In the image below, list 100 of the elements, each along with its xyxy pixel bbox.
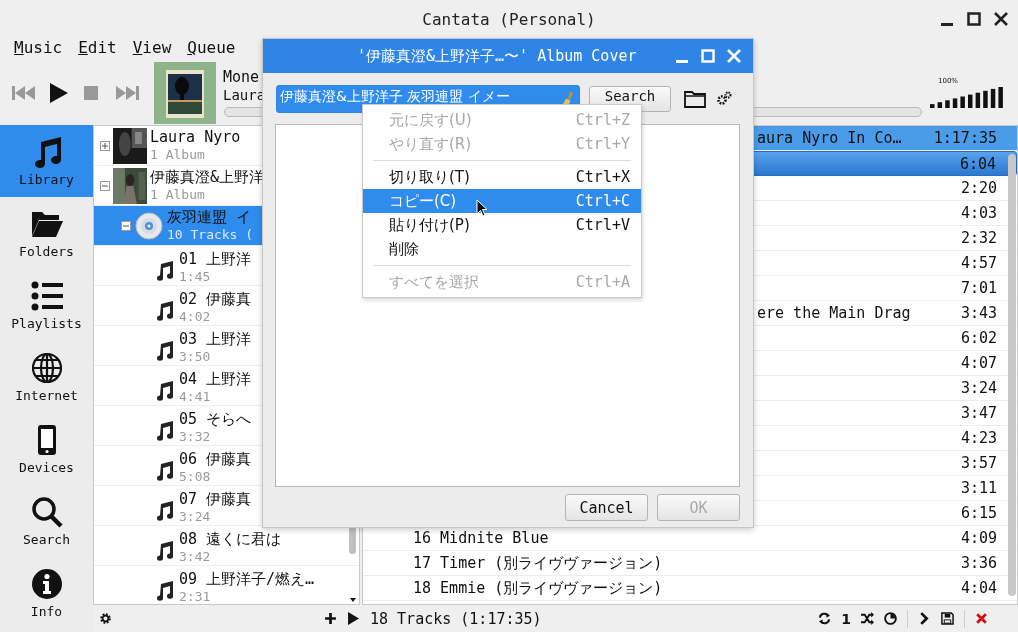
window-title: Cantata (Personal) <box>422 9 596 29</box>
duration: 1:17:35 <box>933 129 997 147</box>
music-note-icon <box>156 381 174 401</box>
menu-item[interactable]: Queue <box>187 38 236 60</box>
item-detail: 4:41 <box>179 388 212 405</box>
item-title: 01 上野洋 <box>179 251 252 268</box>
music-note-icon <box>156 541 174 561</box>
duration: 4:57 <box>960 254 997 272</box>
settings-icon[interactable] <box>716 91 732 107</box>
context-menu-item[interactable]: 貼り付け(P) Ctrl+V <box>363 213 641 237</box>
track-title: 18 Emmie (別ライヴヴァージョン) <box>413 578 663 597</box>
menu-item[interactable]: Music <box>14 38 63 60</box>
chevron-icon[interactable] <box>918 612 931 625</box>
item-detail: 3:50 <box>179 348 212 365</box>
save-icon[interactable] <box>941 612 954 625</box>
item-detail: 4:02 <box>179 308 212 325</box>
item-detail: 1 Album <box>150 185 206 204</box>
sidebar-tab[interactable]: Info <box>0 557 93 629</box>
menu-item[interactable]: Edit <box>78 38 117 60</box>
duration: 3:36 <box>960 554 997 572</box>
search-icon <box>30 495 63 528</box>
music-note-icon <box>156 581 174 601</box>
repeat-count[interactable]: 1 <box>841 610 851 627</box>
item-detail: 3:42 <box>179 548 212 565</box>
item-title: Laura Nyro <box>150 127 241 146</box>
duration: 3:43 <box>960 304 997 322</box>
music-note-icon <box>156 261 174 281</box>
item-title: 05 そらへ <box>179 411 252 428</box>
duration: 6:15 <box>960 504 997 522</box>
volume-slider[interactable] <box>930 86 1006 108</box>
menu-item[interactable]: View <box>132 38 172 60</box>
collapse-icon[interactable] <box>121 220 131 231</box>
sidebar-tab[interactable]: Internet <box>0 341 93 413</box>
settings-icon[interactable] <box>99 612 112 625</box>
maximize-icon[interactable] <box>967 12 981 26</box>
sidebar-tab[interactable]: Search <box>0 485 93 557</box>
music-note-icon <box>156 501 174 521</box>
duration: 2:20 <box>960 179 997 197</box>
music-note-icon <box>156 301 174 321</box>
item-title: 07 伊藤真 <box>179 491 252 508</box>
item-title: 伊藤真澄&上野洋 <box>150 167 265 186</box>
shuffle-icon[interactable] <box>861 612 874 625</box>
sidebar-tab[interactable]: Playlists <box>0 269 93 341</box>
close-icon[interactable] <box>994 12 1008 26</box>
cursor-icon <box>476 199 488 217</box>
item-title: 灰羽連盟 イ <box>167 207 253 226</box>
dialog-title: '伊藤真澄&上野洋子…〜' Album Cover <box>357 46 637 66</box>
duration: 3:11 <box>960 479 997 497</box>
duration: 4:09 <box>960 529 997 547</box>
sidebar-tab[interactable]: Library <box>0 125 93 197</box>
play-icon[interactable] <box>347 612 360 625</box>
repeat-icon[interactable] <box>818 612 832 625</box>
pie-icon[interactable] <box>884 612 897 625</box>
duration: 4:07 <box>960 354 997 372</box>
duration: 2:32 <box>960 229 997 247</box>
clear-icon[interactable] <box>975 612 988 625</box>
duration: 7:01 <box>960 279 997 297</box>
track-title: aura Nyro In Co… <box>757 129 902 147</box>
track-title: Mone <box>223 68 260 86</box>
sidebar-tab[interactable]: Devices <box>0 413 93 485</box>
folder-icon[interactable] <box>684 90 706 108</box>
music-note-icon <box>156 341 174 361</box>
scrollbar[interactable] <box>1008 154 1016 596</box>
list-icon <box>30 279 63 312</box>
info-icon <box>30 567 63 600</box>
item-detail: 3:24 <box>179 508 212 525</box>
item-title: 09 上野洋子/燃え… <box>179 571 315 588</box>
duration: 6:02 <box>960 329 997 347</box>
globe-icon <box>30 351 63 384</box>
item-detail: 2:31 <box>179 588 212 604</box>
item-title: 04 上野洋 <box>179 371 252 388</box>
context-menu-item[interactable]: 削除 <box>363 237 641 261</box>
item-detail: 3:32 <box>179 428 212 445</box>
play-icon[interactable] <box>50 82 68 103</box>
duration: 3:24 <box>960 379 997 397</box>
duration: 6:04 <box>959 154 996 173</box>
item-detail: 1:45 <box>179 268 212 285</box>
item-detail: 5:08 <box>179 468 212 485</box>
duration: 3:47 <box>960 404 997 422</box>
collapse-icon[interactable] <box>100 180 110 191</box>
item-title: 03 上野洋 <box>179 331 252 348</box>
track-summary: 18 Tracks (1:17:35) <box>370 609 542 628</box>
item-title: 08 遠くに君は <box>179 531 282 548</box>
add-icon[interactable] <box>324 612 337 625</box>
disc-icon <box>135 211 163 240</box>
track-title: ere the Main Drag <box>757 304 911 322</box>
tree-item[interactable]: 09 上野洋子/燃え… 2:31 <box>94 566 359 604</box>
music-note-icon <box>156 421 174 441</box>
item-detail: 1 Album <box>150 145 206 164</box>
sidebar-tab[interactable]: Folders <box>0 197 93 269</box>
dialog-button[interactable]: Cancel <box>565 494 648 521</box>
item-title: 02 伊藤真 <box>179 291 252 308</box>
duration: 3:57 <box>960 454 997 472</box>
duration: 4:03 <box>960 204 997 222</box>
item-title: 06 伊藤真 <box>179 451 252 468</box>
item-detail: 10 Tracks ( <box>167 225 254 244</box>
context-menu-item[interactable]: 切り取り(T) Ctrl+X <box>363 165 641 189</box>
scroll-down-icon[interactable] <box>349 598 356 602</box>
music-note-icon <box>156 461 174 481</box>
expand-icon[interactable] <box>100 140 110 151</box>
